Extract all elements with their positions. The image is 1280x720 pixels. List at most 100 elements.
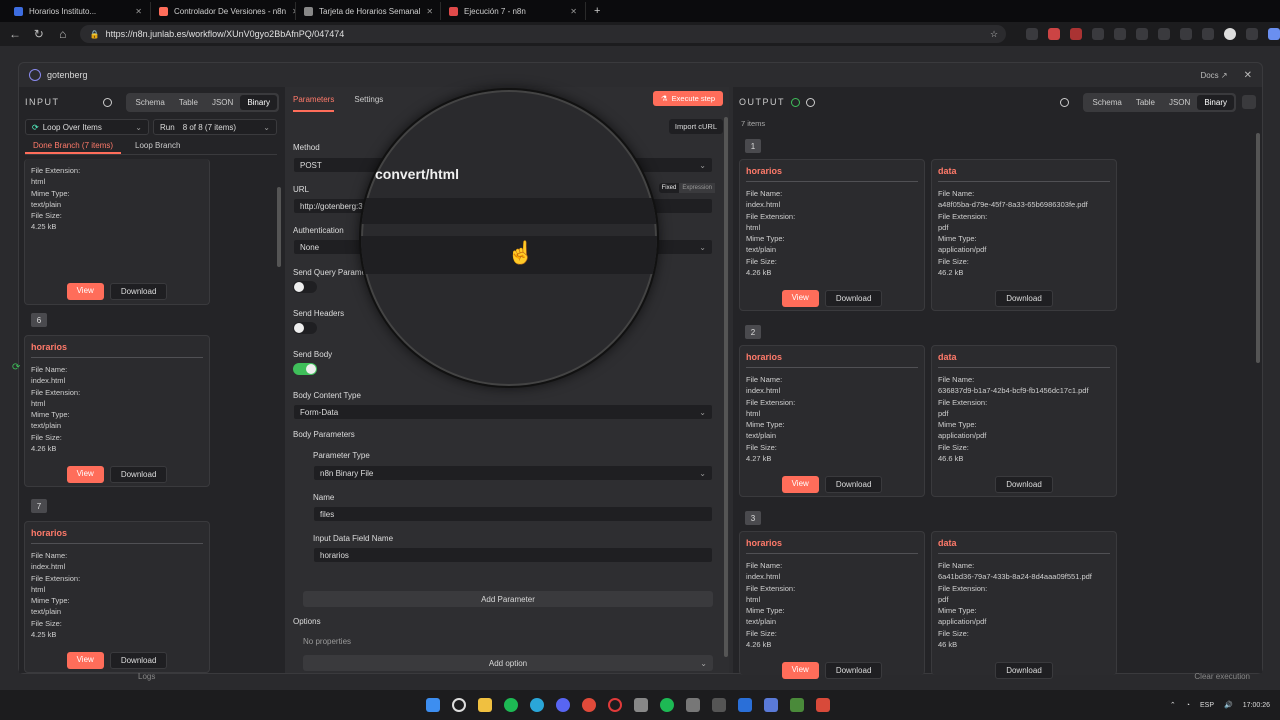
share-icon[interactable] — [1180, 28, 1193, 40]
start-icon[interactable] — [426, 698, 440, 712]
mode-expression[interactable]: Expression — [679, 183, 715, 193]
add-option-button[interactable]: Add option ⌄ — [303, 655, 713, 671]
input-scrollbar[interactable] — [277, 187, 281, 267]
profile-avatar[interactable] — [1224, 28, 1237, 40]
download-button[interactable]: Download — [824, 290, 883, 307]
browser-tab[interactable]: Ejecución 7 - n8n ✕ — [441, 2, 586, 20]
name-input[interactable]: files — [313, 506, 713, 522]
close-modal-icon[interactable]: ✕ — [1244, 70, 1252, 81]
node-name[interactable]: gotenberg — [47, 70, 88, 80]
collections-icon[interactable] — [1158, 28, 1171, 40]
chrome-icon[interactable] — [582, 698, 596, 712]
spotify-icon[interactable] — [660, 698, 674, 712]
close-tab-icon[interactable]: ✕ — [426, 7, 433, 16]
settings-icon[interactable] — [686, 698, 700, 712]
source-node-select[interactable]: ⟳ Loop Over Items ⌄ — [25, 119, 149, 135]
browser-tab[interactable]: Tarjeta de Horarios Semanal ✕ — [296, 2, 441, 20]
view-tab-json[interactable]: JSON — [1162, 95, 1197, 110]
extension-icon[interactable] — [1048, 28, 1061, 40]
search-icon[interactable] — [452, 698, 466, 712]
send-query-toggle[interactable] — [293, 281, 317, 293]
settings-icon[interactable] — [1202, 28, 1215, 40]
extension-icon[interactable] — [1092, 28, 1105, 40]
view-button[interactable]: View — [66, 283, 104, 300]
app-icon[interactable] — [712, 698, 726, 712]
clear-execution-button[interactable]: Clear execution — [1194, 672, 1250, 681]
download-button[interactable]: Download — [109, 466, 168, 483]
explorer-icon[interactable] — [478, 698, 492, 712]
tab-settings[interactable]: Settings — [354, 95, 383, 112]
body-content-type-select[interactable]: Form-Data ⌄ — [293, 404, 713, 420]
downloads-icon[interactable] — [1136, 28, 1149, 40]
param-type-select[interactable]: n8n Binary File ⌄ — [313, 465, 713, 481]
docs-link[interactable]: Docs ↗ — [1200, 71, 1227, 80]
chevron-up-icon[interactable]: ⌃ — [1170, 701, 1176, 709]
spotify-icon[interactable] — [504, 698, 518, 712]
mode-fixed[interactable]: Fixed — [659, 183, 680, 193]
view-button[interactable]: View — [66, 652, 104, 669]
bluetooth-icon[interactable] — [738, 698, 752, 712]
app-icon[interactable] — [634, 698, 648, 712]
search-icon[interactable] — [1060, 97, 1070, 107]
import-curl-button[interactable]: Import cURL — [668, 119, 723, 134]
download-button[interactable]: Download — [109, 652, 168, 669]
favorites-icon[interactable] — [1114, 28, 1127, 40]
discord-icon[interactable] — [556, 698, 570, 712]
add-parameter-button[interactable]: Add Parameter — [303, 591, 713, 607]
output-scrollbar[interactable] — [1256, 133, 1260, 363]
close-tab-icon[interactable]: ✕ — [570, 7, 577, 16]
send-headers-toggle[interactable] — [293, 322, 317, 334]
params-scrollbar[interactable] — [724, 117, 728, 657]
wifi-icon[interactable]: ◔ — [1186, 702, 1190, 709]
download-button[interactable]: Download — [824, 662, 883, 679]
download-button[interactable]: Download — [995, 290, 1053, 307]
new-tab-icon[interactable]: + — [594, 5, 600, 17]
view-button[interactable]: View — [781, 662, 819, 679]
run-select[interactable]: Run 8 of 8 (7 items) ⌄ — [153, 119, 277, 135]
opera-icon[interactable] — [608, 698, 622, 712]
app-icon[interactable] — [790, 698, 804, 712]
execute-step-button[interactable]: ⚗ Execute step — [652, 91, 723, 106]
download-button[interactable]: Download — [995, 476, 1053, 493]
back-icon[interactable]: ← — [8, 27, 22, 41]
app-icon[interactable] — [764, 698, 778, 712]
view-tab-binary[interactable]: Binary — [1197, 94, 1234, 110]
view-tab-schema[interactable]: Schema — [1085, 95, 1128, 110]
tab-parameters[interactable]: Parameters — [293, 95, 335, 112]
browser-tab[interactable]: Horarios Instituto... ✕ — [6, 2, 151, 20]
download-button[interactable]: Download — [995, 662, 1053, 679]
app-icon[interactable] — [816, 698, 830, 712]
menu-icon[interactable] — [1246, 28, 1259, 40]
view-tab-schema[interactable]: Schema — [128, 95, 171, 110]
tab-loop-branch[interactable]: Loop Branch — [131, 139, 184, 154]
info-icon[interactable] — [806, 97, 815, 107]
url-field[interactable]: 🔒 https://n8n.junlab.es/workflow/XUnV0gy… — [79, 25, 1007, 43]
input-field-name-input[interactable]: horarios — [313, 547, 713, 563]
view-tab-binary[interactable]: Binary — [240, 94, 277, 110]
copilot-icon[interactable] — [1268, 28, 1280, 40]
extension-icon[interactable] — [1026, 28, 1039, 40]
download-button[interactable]: Download — [824, 476, 883, 493]
view-tab-json[interactable]: JSON — [205, 95, 240, 110]
pin-icon[interactable] — [1242, 95, 1256, 109]
clock[interactable]: 17:00:26 — [1243, 702, 1270, 709]
view-button[interactable]: View — [781, 290, 819, 307]
sync-icon[interactable]: ⟳ — [12, 362, 20, 373]
favorite-star-icon[interactable]: ☆ — [990, 29, 998, 40]
download-button[interactable]: Download — [109, 283, 168, 300]
close-tab-icon[interactable]: ✕ — [135, 7, 142, 16]
tab-done-branch[interactable]: Done Branch (7 items) — [25, 139, 122, 154]
volume-icon[interactable]: 🔊 — [1224, 701, 1233, 709]
home-icon[interactable]: ⌂ — [56, 27, 70, 41]
view-tab-table[interactable]: Table — [172, 95, 205, 110]
view-tab-table[interactable]: Table — [1129, 95, 1162, 110]
logs-label[interactable]: Logs — [138, 672, 155, 681]
browser-tab[interactable]: Controlador De Versiones - n8n✕ — [151, 2, 296, 20]
reload-icon[interactable]: ↻ — [32, 27, 46, 41]
edge-icon[interactable] — [530, 698, 544, 712]
extension-icon[interactable] — [1070, 28, 1083, 40]
send-body-toggle[interactable] — [293, 363, 317, 375]
search-icon[interactable] — [103, 97, 113, 107]
view-button[interactable]: View — [781, 476, 819, 493]
view-button[interactable]: View — [66, 466, 104, 483]
